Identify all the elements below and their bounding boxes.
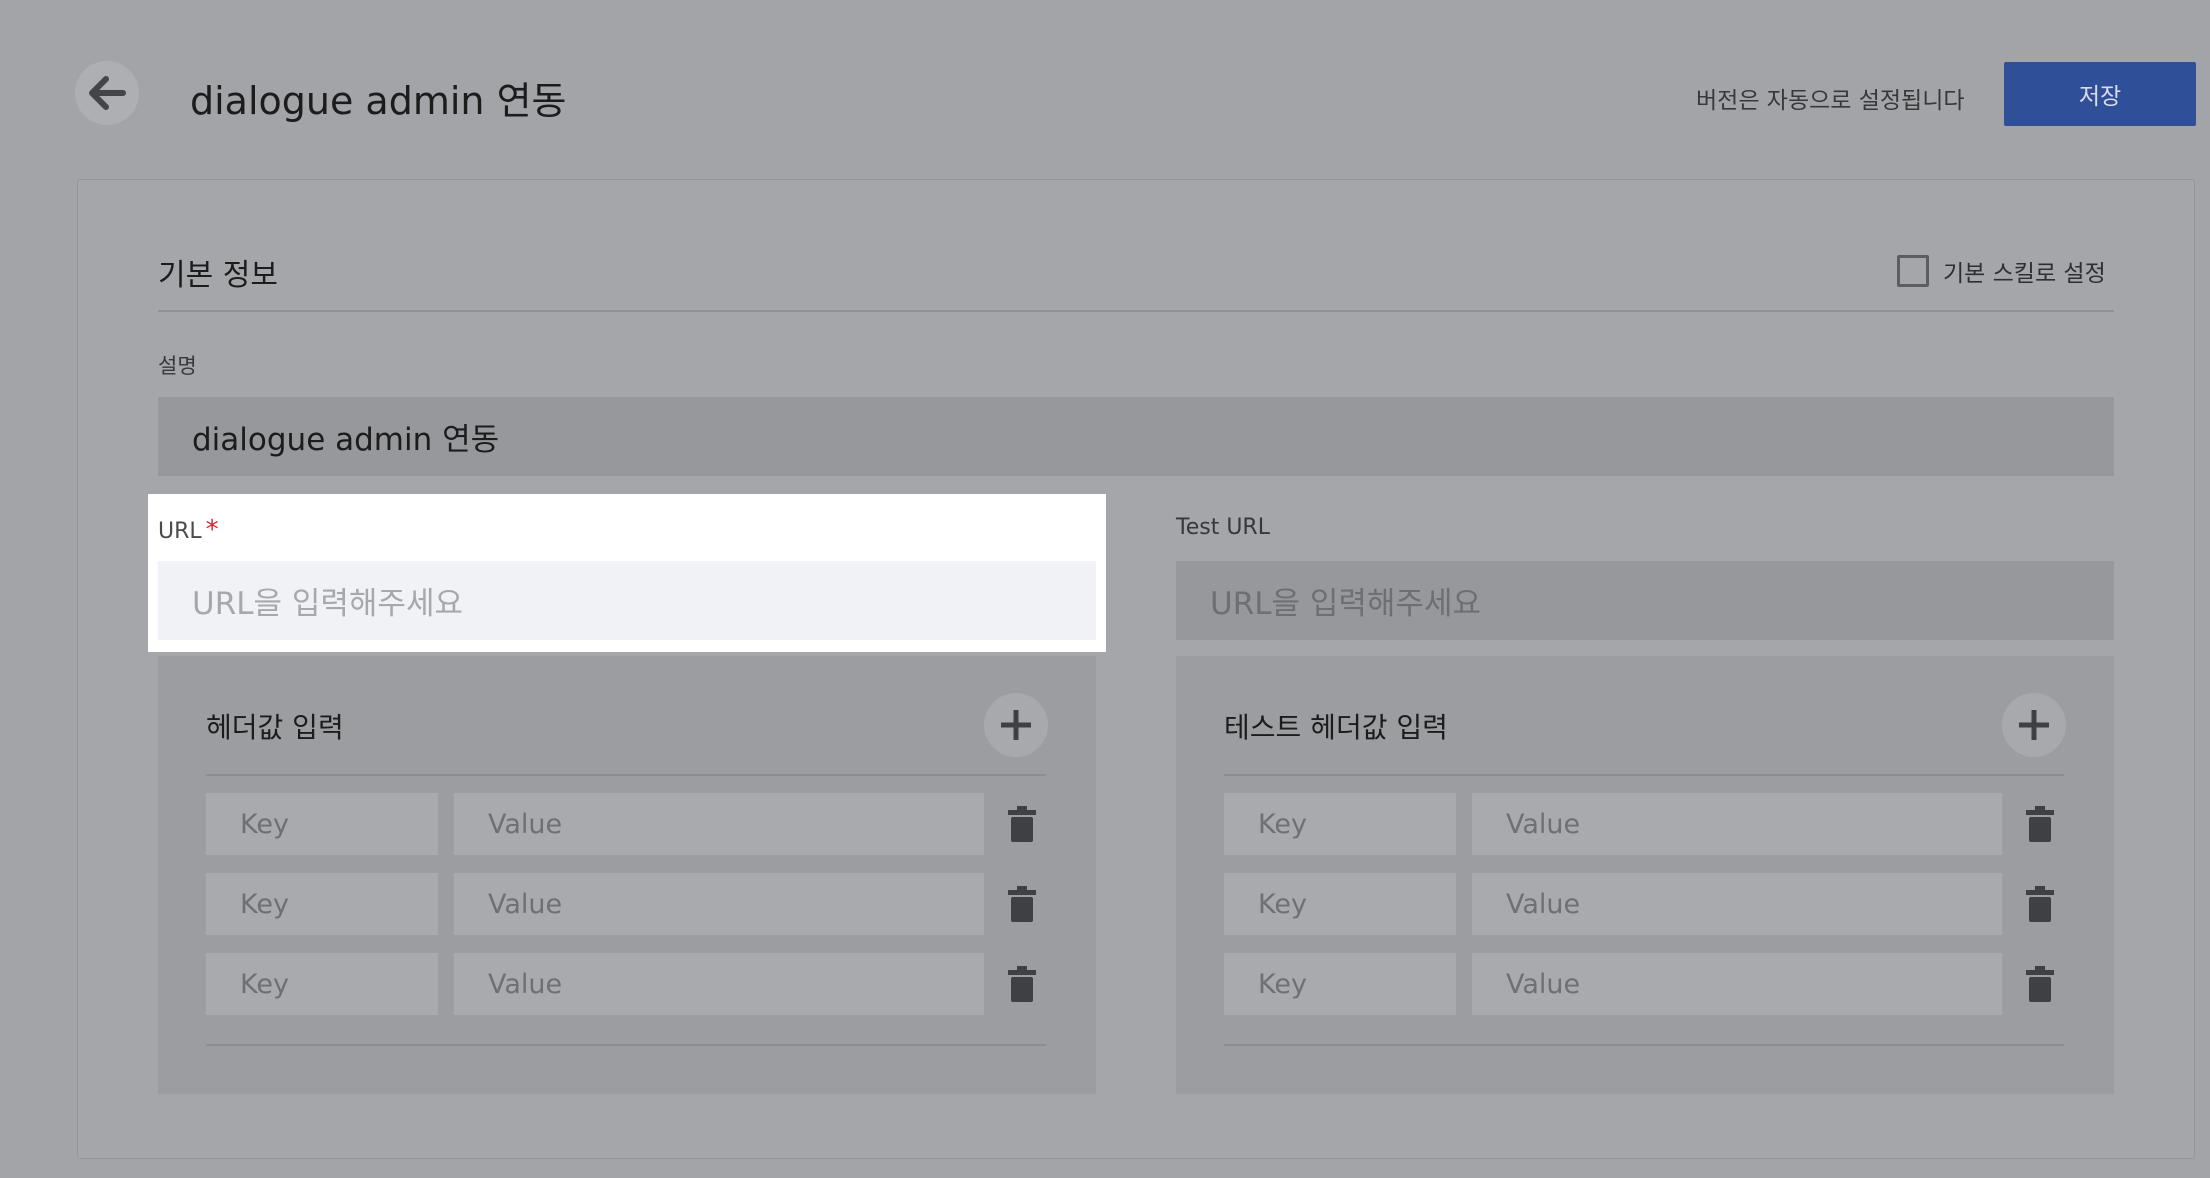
default-skill-label: 기본 스킬로 설정 — [1943, 261, 2106, 287]
test-url-input[interactable]: URL을 입력해주세요 — [1176, 561, 2114, 640]
arrow-left-icon — [89, 76, 126, 110]
url-label: URL * — [158, 515, 219, 545]
test-headers-panel-title: 테스트 헤더값 입력 — [1224, 711, 1448, 744]
default-skill-checkbox[interactable] — [1897, 255, 1929, 287]
trash-icon[interactable] — [2024, 964, 2056, 1004]
default-skill-toggle[interactable]: 기본 스킬로 설정 — [1897, 254, 2106, 288]
header-key-input[interactable]: Key — [206, 873, 438, 935]
headers-panel-title: 헤더값 입력 — [206, 711, 344, 744]
header-value-input[interactable]: Value — [454, 953, 984, 1015]
trash-icon[interactable] — [2024, 884, 2056, 924]
test-header-key-input[interactable]: Key — [1224, 873, 1456, 935]
description-label: 설명 — [158, 354, 197, 378]
section-divider — [158, 310, 2114, 312]
header-value-input[interactable]: Value — [454, 873, 984, 935]
header-value-input[interactable]: Value — [454, 793, 984, 855]
header-key-input[interactable]: Key — [206, 953, 438, 1015]
test-header-value-input[interactable]: Value — [1472, 873, 2002, 935]
headers-panel-divider — [206, 774, 1046, 776]
plus-icon — [2019, 710, 2049, 740]
required-mark: * — [205, 515, 219, 545]
header-key-input[interactable]: Key — [206, 793, 438, 855]
trash-icon[interactable] — [1006, 804, 1038, 844]
url-label-text: URL — [158, 519, 202, 544]
test-url-label: Test URL — [1176, 515, 1270, 540]
version-note: 버전은 자동으로 설정됩니다 — [1696, 88, 1965, 114]
test-header-value-input[interactable]: Value — [1472, 793, 2002, 855]
back-button[interactable] — [75, 61, 139, 125]
save-button[interactable]: 저장 — [2004, 62, 2196, 126]
url-input[interactable]: URL을 입력해주세요 — [158, 561, 1096, 640]
headers-panel-bottom-divider — [206, 1044, 1046, 1046]
trash-icon[interactable] — [1006, 964, 1038, 1004]
page-title: dialogue admin 연동 — [190, 79, 567, 123]
trash-icon[interactable] — [1006, 884, 1038, 924]
add-header-button[interactable] — [984, 693, 1048, 757]
plus-icon — [1001, 710, 1031, 740]
test-header-value-input[interactable]: Value — [1472, 953, 2002, 1015]
trash-icon[interactable] — [2024, 804, 2056, 844]
test-header-key-input[interactable]: Key — [1224, 793, 1456, 855]
test-headers-panel-bottom-divider — [1224, 1044, 2064, 1046]
test-header-key-input[interactable]: Key — [1224, 953, 1456, 1015]
description-input[interactable]: dialogue admin 연동 — [158, 397, 2114, 476]
test-headers-panel-divider — [1224, 774, 2064, 776]
section-title: 기본 정보 — [158, 258, 278, 293]
add-test-header-button[interactable] — [2002, 693, 2066, 757]
